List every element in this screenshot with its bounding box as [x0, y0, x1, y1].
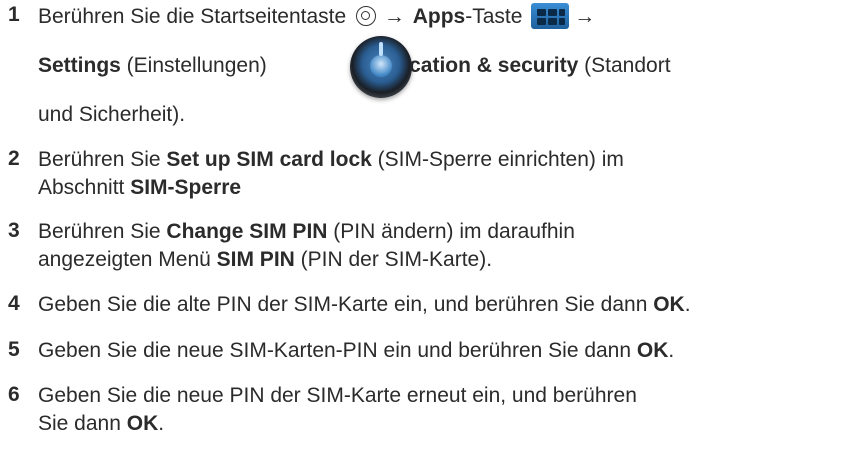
step-text: Berühren Sie: [38, 220, 167, 243]
step-text: Berühren Sie: [38, 148, 167, 171]
step-number: 1: [8, 3, 20, 26]
step-line: Geben Sie die neue SIM-Karten-PIN ein un…: [38, 338, 674, 364]
step-text: Geben Sie die neue PIN der SIM-Karte ern…: [38, 384, 637, 407]
step-bold-text: SIM PIN: [216, 248, 295, 271]
step-text: (SIM-Sperre einrichten) im: [371, 148, 624, 171]
step-number: 3: [8, 219, 20, 242]
step-number: 2: [8, 147, 20, 170]
settings-icon: [350, 36, 412, 98]
step-text: .: [158, 412, 165, 435]
step-bold-text: Change SIM PIN: [166, 220, 328, 243]
step-bold-text: Apps: [412, 5, 466, 28]
step-text: .: [668, 339, 675, 362]
step-bold-text: OK: [653, 293, 685, 316]
step-text: Geben Sie die alte PIN der SIM-Karte ein…: [38, 293, 654, 316]
step-bold-text: SIM-Sperre: [130, 176, 242, 199]
step-text: und Sicherheit).: [38, 103, 186, 126]
arrow-glyph: →: [574, 5, 596, 28]
step-text: Sie dann: [38, 412, 127, 435]
step-line: angezeigten Menü SIM PIN (PIN der SIM-Ka…: [38, 247, 492, 273]
apps-grid-icon: [531, 3, 570, 29]
step-line: Berühren Sie Set up SIM card lock (SIM-S…: [38, 147, 624, 173]
step-number: 6: [8, 383, 20, 406]
step-line: Geben Sie die alte PIN der SIM-Karte ein…: [38, 292, 691, 318]
step-line: Sie dann OK.: [38, 411, 164, 437]
step-text: .: [684, 293, 691, 316]
step-line: und Sicherheit).: [38, 102, 185, 128]
instruction-list: 1 Berühren Sie die Startseitentaste → Ap…: [0, 0, 847, 462]
step-line: Berühren Sie die Startseitentaste → Apps…: [38, 3, 597, 30]
step-bold-text: Settings: [38, 54, 121, 77]
step-text: (Standort: [578, 54, 671, 77]
step-text: (PIN der SIM-Karte).: [294, 248, 493, 271]
step-line: Berühren Sie Change SIM PIN (PIN ändern)…: [38, 219, 575, 245]
step-bold-text: OK: [126, 412, 159, 435]
step-text: angezeigten Menü: [38, 248, 217, 271]
step-text: Geben Sie die neue SIM-Karten-PIN ein un…: [38, 339, 637, 362]
step-line: Geben Sie die neue PIN der SIM-Karte ern…: [38, 383, 637, 409]
step-bold-text: Set up SIM card lock: [166, 148, 372, 171]
step-text: (Einstellungen): [120, 54, 273, 77]
step-bold-text: OK: [636, 339, 669, 362]
step-text: Berühren Sie die Startseitentaste: [38, 5, 347, 28]
step-text: (PIN ändern) im daraufhin: [327, 220, 575, 243]
arrow-glyph: →: [383, 5, 405, 28]
step-number: 5: [8, 338, 20, 361]
step-number: 4: [8, 292, 20, 315]
home-icon: [356, 6, 377, 26]
step-text: Abschnitt: [38, 176, 131, 199]
step-bold-text: Location & security: [383, 54, 579, 77]
step-text: -Taste: [465, 5, 523, 28]
step-line: Abschnitt SIM-Sperre: [38, 175, 241, 201]
